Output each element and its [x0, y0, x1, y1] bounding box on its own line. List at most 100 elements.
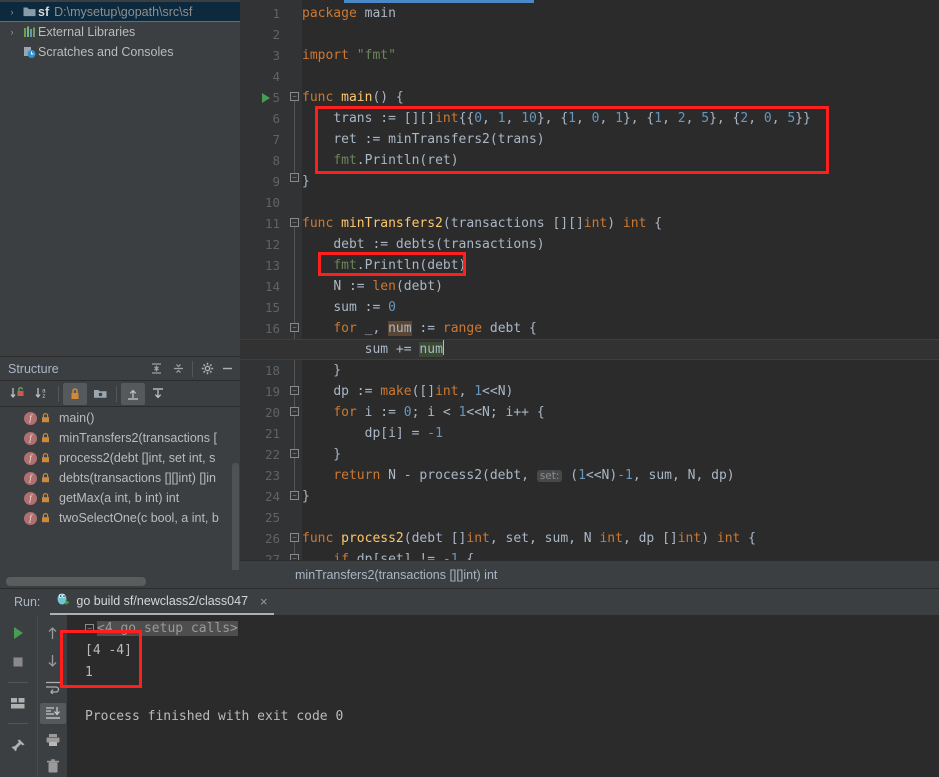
lock-icon [41, 433, 53, 443]
collapse-all-icon[interactable] [167, 358, 189, 380]
fold-toggle-icon[interactable]: − [290, 323, 299, 332]
code-line-11[interactable]: func minTransfers2(transactions [][]int)… [302, 213, 662, 234]
structure-toolbar: a z [0, 381, 240, 407]
fold-toggle-icon[interactable]: − [290, 407, 299, 416]
editor-fold-column[interactable]: − − − − − − − − − − [288, 0, 302, 563]
code-line-24[interactable]: } [302, 486, 310, 507]
code-line-22[interactable]: } [302, 444, 341, 465]
line-number: 8 [272, 153, 280, 168]
fold-toggle-icon[interactable]: − [290, 449, 299, 458]
code-line-6[interactable]: trans := [][]int{{0, 1, 10}, {1, 0, 1}, … [302, 108, 811, 129]
line-number: 19 [264, 384, 280, 399]
fold-toggle-icon[interactable]: − [85, 624, 94, 633]
console-line[interactable] [67, 684, 939, 706]
code-line-17[interactable]: sum += num [302, 339, 444, 360]
code-line-12[interactable]: debt := debts(transactions) [302, 234, 544, 255]
console-output[interactable]: − <4 go setup calls> [4 -4] 1 Process fin… [67, 615, 939, 777]
fold-toggle-icon[interactable]: − [290, 533, 299, 542]
fold-toggle-icon[interactable]: − [290, 173, 299, 182]
scratches-label: Scratches and Consoles [38, 45, 174, 59]
structure-item-label: getMax(a int, b int) int [59, 491, 180, 505]
project-tree-row-scratches[interactable]: Scratches and Consoles [0, 42, 240, 62]
lock-icon [41, 413, 53, 423]
run-icon[interactable] [5, 621, 31, 645]
project-tree-row-external-libraries[interactable]: › External Libraries [0, 22, 240, 42]
sort-by-visibility-icon[interactable] [5, 383, 29, 405]
structure-vertical-scrollbar[interactable] [232, 463, 239, 570]
scroll-to-source-icon[interactable] [146, 383, 170, 405]
code-line-19[interactable]: dp := make([]int, 1<<N) [302, 381, 513, 402]
project-tree-row-sf[interactable]: › sf D:\mysetup\gopath\src\sf [0, 2, 240, 22]
code-line-5[interactable]: func main() { [302, 87, 404, 108]
structure-horizontal-scrollbar[interactable] [6, 577, 234, 586]
run-secondary-toolbar [37, 615, 67, 777]
structure-item[interactable]: f process2(debt []int, set int, s [0, 448, 240, 468]
structure-item[interactable]: f minTransfers2(transactions [ [0, 428, 240, 448]
console-line[interactable]: [4 -4] [67, 640, 939, 662]
layout-icon[interactable] [5, 691, 31, 715]
expand-all-icon[interactable] [145, 358, 167, 380]
structure-item[interactable]: f twoSelectOne(c bool, a int, b [0, 508, 240, 528]
code-line-13[interactable]: fmt.Println(debt) [302, 255, 466, 276]
show-non-public-icon[interactable] [63, 382, 87, 405]
scroll-from-source-icon[interactable] [121, 382, 145, 405]
breadcrumb[interactable]: minTransfers2(transactions [][]int) int [240, 560, 939, 588]
settings-gear-icon[interactable] [196, 358, 218, 380]
structure-item[interactable]: f getMax(a int, b int) int [0, 488, 240, 508]
soft-wrap-icon[interactable] [40, 676, 66, 697]
editor-gutter[interactable]: 1 2 3 4 5 6 7 8 9 10 11 12 13 14 15 16 1… [240, 0, 288, 567]
run-gutter-icon[interactable] [262, 93, 270, 103]
fold-toggle-icon[interactable]: − [290, 491, 299, 500]
code-line-26[interactable]: func process2(debt []int, set, sum, N in… [302, 528, 756, 549]
external-libraries-label: External Libraries [38, 25, 136, 39]
code-line-16[interactable]: for _, num := range debt { [302, 318, 537, 339]
fold-toggle-icon[interactable]: − [290, 386, 299, 395]
down-arrow-icon[interactable] [40, 650, 66, 671]
code-line-14[interactable]: N := len(debt) [302, 276, 443, 297]
pin-icon[interactable] [5, 734, 31, 758]
run-window-label: Run: [14, 595, 41, 609]
code-line-8[interactable]: fmt.Println(ret) [302, 150, 458, 171]
run-tab[interactable]: go build sf/newclass2/class047 × [50, 589, 274, 615]
code-text-area[interactable]: package main import "fmt" func main() { … [240, 0, 939, 567]
up-arrow-icon[interactable] [40, 623, 66, 644]
scrollbar-thumb[interactable] [6, 577, 146, 586]
stop-icon[interactable] [5, 650, 31, 674]
structure-list[interactable]: f main() f minTransfers2(transactions [ … [0, 408, 240, 570]
console-line[interactable]: Process finished with exit code 0 [67, 706, 939, 728]
library-icon [20, 26, 38, 38]
chevron-right-icon[interactable]: › [4, 27, 20, 37]
code-line-21[interactable]: dp[i] = -1 [302, 423, 443, 444]
console-line-text: <4 go setup calls> [97, 621, 238, 636]
code-line-20[interactable]: for i := 0; i < 1<<N; i++ { [302, 402, 544, 423]
print-icon[interactable] [40, 730, 66, 751]
group-icon[interactable] [88, 383, 112, 405]
console-line[interactable]: − <4 go setup calls> [67, 618, 939, 640]
svg-text:z: z [42, 393, 46, 400]
lock-icon [41, 473, 53, 483]
trash-icon[interactable] [40, 756, 66, 777]
project-tree[interactable]: › sf D:\mysetup\gopath\src\sf › External… [0, 0, 240, 356]
code-line-7[interactable]: ret := minTransfers2(trans) [302, 129, 544, 150]
code-line-9[interactable]: } [302, 171, 310, 192]
scroll-to-end-icon[interactable] [39, 703, 66, 724]
fold-toggle-icon[interactable]: − [290, 92, 299, 101]
sort-alphabetically-icon[interactable]: a z [30, 383, 54, 405]
code-line-3[interactable]: import "fmt" [302, 45, 396, 66]
code-editor[interactable]: 1 2 3 4 5 6 7 8 9 10 11 12 13 14 15 16 1… [240, 0, 939, 588]
code-line-23[interactable]: return N - process2(debt, set: (1<<N)-1,… [302, 465, 734, 486]
line-number: 7 [272, 132, 280, 147]
code-line-15[interactable]: sum := 0 [302, 297, 396, 318]
hide-icon[interactable] [218, 358, 240, 380]
fold-toggle-icon[interactable]: − [290, 218, 299, 227]
structure-item[interactable]: f main() [0, 408, 240, 428]
code-line-1[interactable]: package main [302, 3, 396, 24]
chevron-right-icon[interactable]: › [4, 7, 20, 17]
lock-icon [41, 513, 53, 523]
close-icon[interactable]: × [254, 594, 268, 609]
console-line[interactable]: 1 [67, 662, 939, 684]
function-badge-icon: f [24, 451, 37, 465]
breadcrumb-label: minTransfers2(transactions [][]int) int [295, 567, 498, 582]
structure-item[interactable]: f debts(transactions [][]int) []in [0, 468, 240, 488]
code-line-18[interactable]: } [302, 360, 341, 381]
